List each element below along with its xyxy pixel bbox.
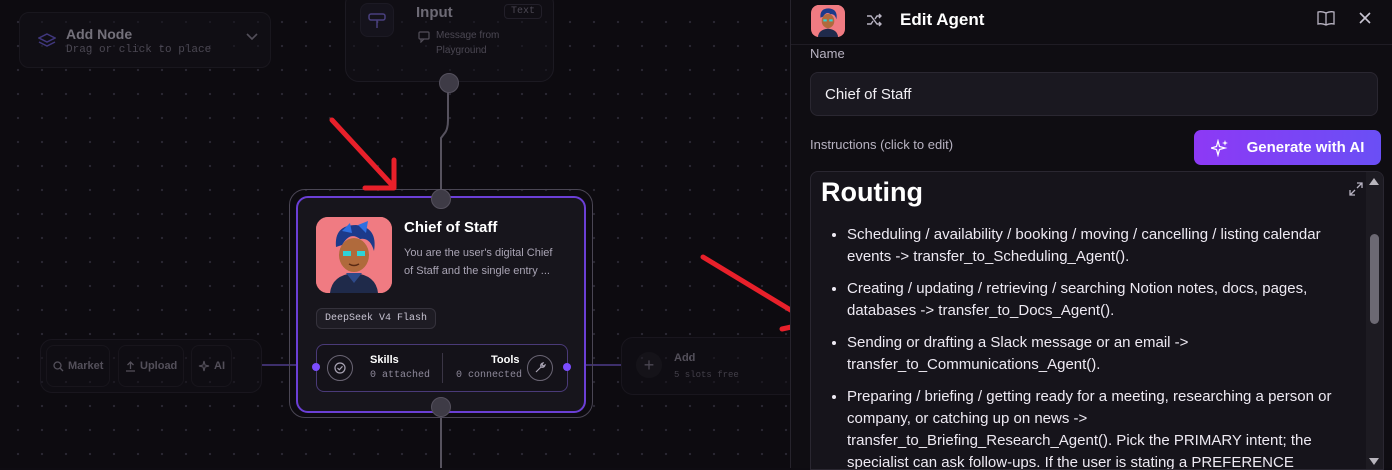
instructions-heading: Routing (821, 177, 923, 207)
flow-canvas[interactable]: Add Node Drag or click to place Input Te… (0, 0, 790, 468)
annotation-arrow-icon (329, 117, 397, 191)
agent-node-input-handle[interactable] (431, 189, 451, 209)
add-slot-subtitle: 5 slots free (674, 370, 739, 380)
skills-tools-box: Skills 0 attached Tools 0 connected (312, 344, 571, 392)
add-node-subtitle: Drag or click to place (66, 44, 212, 56)
skills-label[interactable]: Skills (370, 354, 399, 366)
scroll-up-icon[interactable] (1369, 178, 1379, 185)
chevron-down-icon[interactable] (246, 33, 258, 41)
skills-count: 0 attached (370, 370, 431, 381)
agent-node[interactable]: Chief of Staff You are the user's digita… (296, 196, 586, 413)
divider (442, 353, 443, 383)
add-node-title: Add Node (66, 26, 133, 42)
check-circle-icon[interactable] (327, 355, 353, 381)
upload-icon (126, 360, 135, 372)
list-item: Scheduling / availability / booking / mo… (847, 224, 1347, 268)
wrench-icon[interactable] (527, 355, 553, 381)
book-icon[interactable] (1317, 10, 1335, 26)
agent-description: You are the user's digital Chief of Staf… (404, 247, 553, 277)
upload-button[interactable]: Upload (118, 345, 185, 387)
search-icon (53, 360, 64, 371)
instructions-label: Instructions (click to edit) (810, 137, 954, 152)
skills-port[interactable] (312, 363, 320, 371)
sparkle-icon (198, 360, 210, 372)
generate-with-ai-button[interactable]: Generate with AI (1194, 130, 1381, 165)
name-label: Name (810, 46, 845, 61)
input-node-description: Message from Playground (436, 30, 500, 56)
input-type-badge: Text (504, 4, 543, 19)
expand-icon[interactable] (1349, 182, 1363, 196)
header-divider (791, 44, 1392, 45)
scrollbar-thumb[interactable] (1370, 234, 1379, 324)
shuffle-icon[interactable] (865, 11, 883, 29)
list-item: Sending or drafting a Slack message or a… (847, 332, 1347, 376)
layers-icon (38, 33, 56, 47)
tools-count: 0 connected (456, 370, 523, 381)
instructions-editor[interactable]: Routing Scheduling / availability / book… (810, 171, 1384, 470)
add-node-panel[interactable]: Add Node Drag or click to place (19, 12, 271, 68)
instructions-list: Scheduling / availability / booking / mo… (821, 224, 1347, 469)
close-icon[interactable] (1356, 9, 1374, 27)
edit-agent-panel: Edit Agent Name Instructions (click to e… (790, 0, 1392, 470)
list-item: Preparing / briefing / getting ready for… (847, 386, 1347, 469)
list-item: Creating / updating / retrieving / searc… (847, 278, 1347, 322)
market-button[interactable]: Market (46, 345, 111, 387)
panel-title: Edit Agent (900, 10, 985, 29)
input-node-output-handle[interactable] (439, 73, 459, 93)
tools-label[interactable]: Tools (491, 354, 520, 366)
agent-avatar (811, 5, 845, 37)
signpost-icon (360, 3, 394, 37)
agent-node-output-handle[interactable] (431, 397, 451, 417)
chat-icon (418, 31, 430, 43)
ai-button[interactable]: AI (191, 345, 232, 387)
plus-icon: + (636, 352, 662, 378)
sparkle-icon (1210, 138, 1228, 157)
add-slot-title: Add (674, 352, 696, 364)
input-node-title: Input (416, 4, 453, 21)
model-badge[interactable]: DeepSeek V4 Flash (316, 308, 437, 329)
add-slot-node[interactable]: + Add 5 slots free (621, 337, 790, 395)
input-node[interactable]: Input Text Message from Playground (345, 0, 554, 82)
scroll-down-icon[interactable] (1369, 458, 1379, 465)
agent-avatar (316, 217, 392, 293)
agent-name: Chief of Staff (404, 219, 498, 236)
tools-port[interactable] (563, 363, 571, 371)
scrollbar[interactable] (1366, 172, 1383, 469)
bottom-toolbar: Market Upload AI (40, 339, 262, 393)
name-field[interactable] (810, 72, 1378, 116)
